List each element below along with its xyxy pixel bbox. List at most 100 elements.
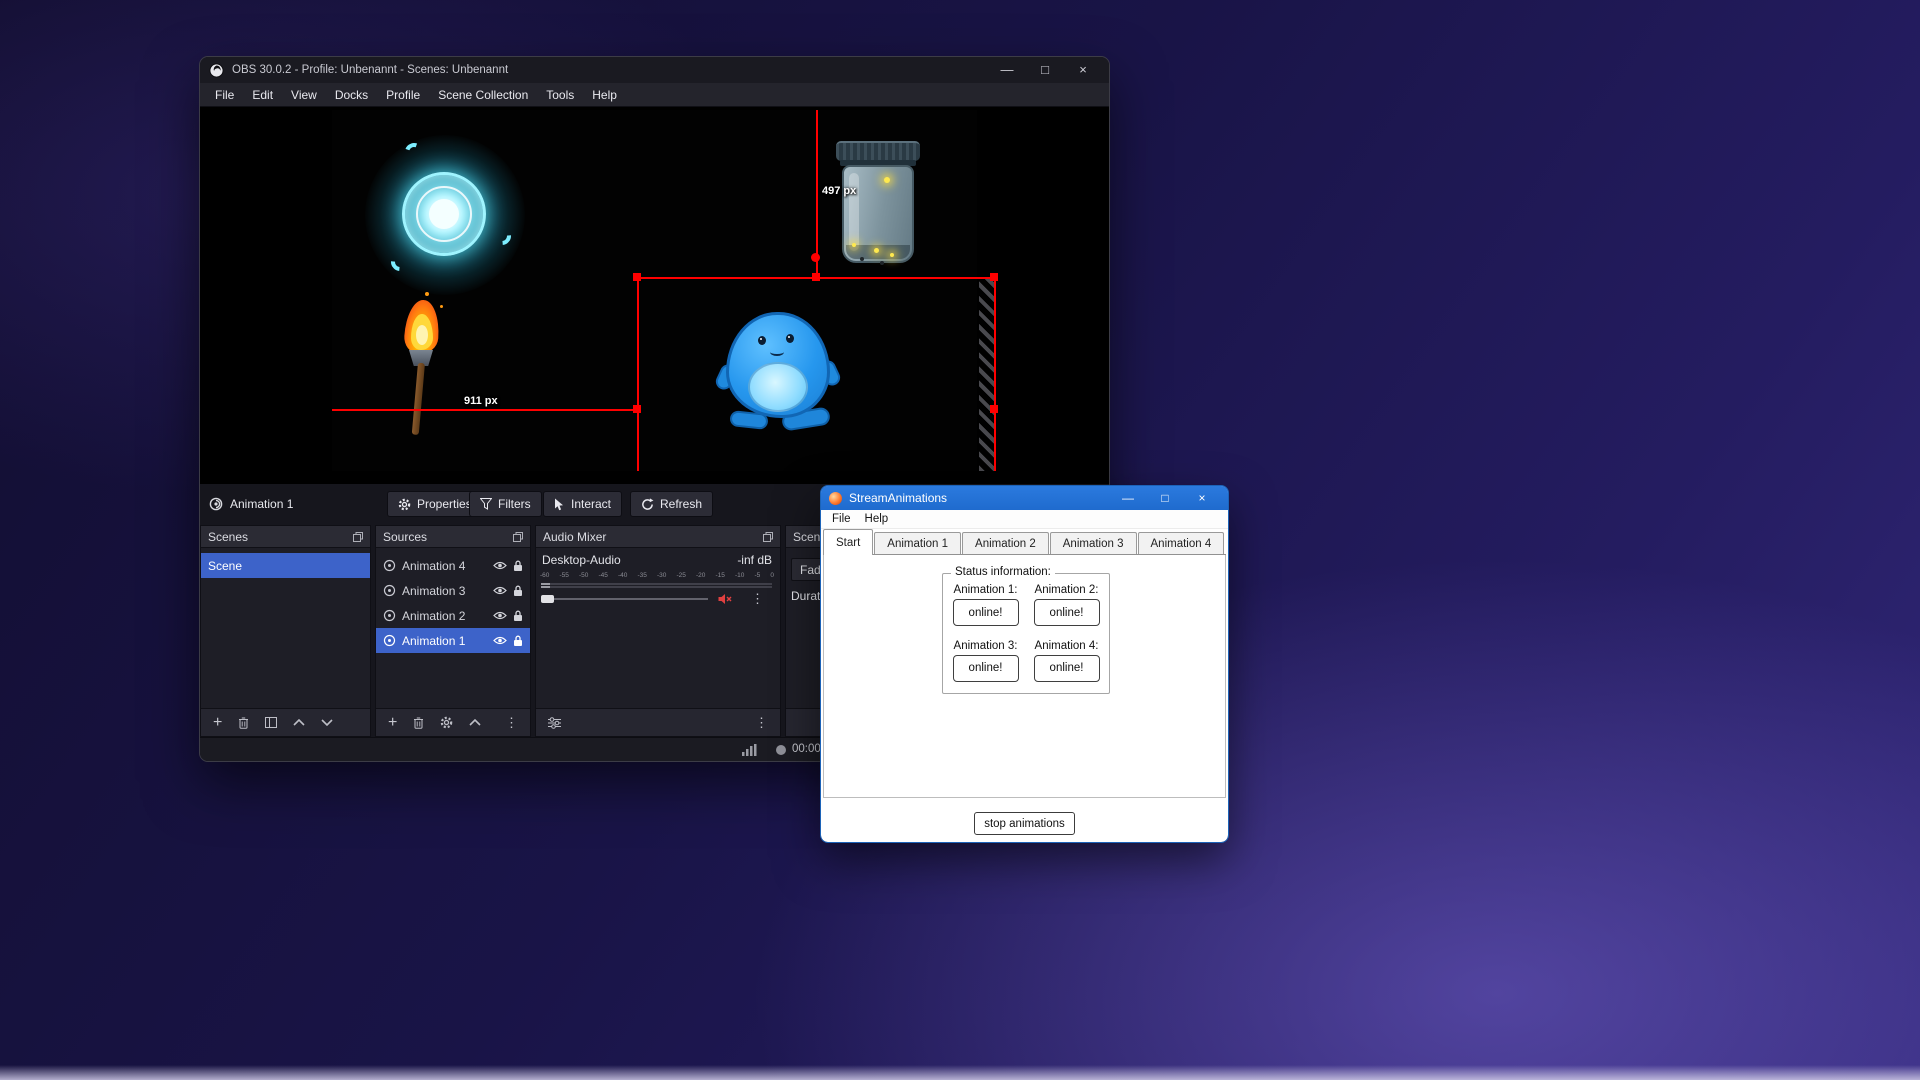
status-cell: Animation 3: online! [948,640,1023,690]
obs-titlebar[interactable]: OBS 30.0.2 - Profile: Unbenannt - Scenes… [200,57,1109,83]
filter-icon [480,498,492,510]
animation-4-status-button[interactable]: online! [1034,655,1100,682]
selection-rotation-handle[interactable] [811,253,820,262]
sa-window-title: StreamAnimations [849,491,947,505]
add-scene-button[interactable]: + [213,717,222,729]
obs-close-button[interactable]: × [1068,57,1098,83]
interact-button[interactable]: Interact [543,491,622,517]
tab-animation-4[interactable]: Animation 4 [1138,532,1225,554]
refresh-button[interactable]: Refresh [630,491,713,517]
source-label: Animation 2 [402,609,487,623]
properties-label: Properties [417,497,472,511]
animation-3-status-button[interactable]: online! [953,655,1019,682]
sa-maximize-button[interactable]: □ [1158,486,1172,510]
tab-animation-3[interactable]: Animation 3 [1050,532,1137,554]
move-scene-down-button[interactable] [321,719,333,726]
blob-character-source[interactable] [720,312,838,438]
eye-icon[interactable] [493,636,507,645]
muted-speaker-icon[interactable] [718,593,732,605]
current-source-label: Animation 1 [230,497,293,511]
preview-area: 497 px 911 px [200,107,1109,484]
menu-item-tools[interactable]: Tools [537,88,583,102]
animation-2-status-button[interactable]: online! [1034,599,1100,626]
audio-channel-level: -inf dB [737,553,772,567]
selection-handle-top-right[interactable] [990,273,998,281]
lock-icon[interactable] [513,610,523,622]
eye-icon[interactable] [493,611,507,620]
stop-animations-button[interactable]: stop animations [974,812,1075,835]
scene-filters-button[interactable] [265,717,277,728]
tab-animation-2[interactable]: Animation 2 [962,532,1049,554]
source-row-animation-4[interactable]: Animation 4 [376,553,530,578]
menu-item-scene-collection[interactable]: Scene Collection [429,88,537,102]
audio-options-button[interactable]: ⋮ [751,591,764,607]
selection-handle-mid-left[interactable] [633,405,641,413]
audio-channel-name: Desktop-Audio [542,553,621,567]
mixer-settings-icon[interactable] [548,717,561,729]
remove-source-button[interactable] [413,717,424,729]
obs-minimize-button[interactable]: — [992,57,1022,83]
add-source-button[interactable]: + [388,717,397,729]
interact-label: Interact [571,497,611,511]
tab-animation-1[interactable]: Animation 1 [874,532,961,554]
status-cell: Animation 2: online! [1029,584,1104,634]
sa-close-button[interactable]: × [1195,486,1209,510]
sa-menubar: File Help [821,510,1228,529]
scenes-dock-title: Scenes [208,530,248,544]
eye-icon[interactable] [493,586,507,595]
cursor-icon [554,498,565,511]
source-row-animation-3[interactable]: Animation 3 [376,578,530,603]
scene-item-label: Scene [208,559,242,573]
move-scene-up-button[interactable] [293,719,305,726]
status-information-group: Status information: Animation 1: online!… [942,573,1110,694]
tab-start[interactable]: Start [823,529,873,555]
mixer-menu-button[interactable]: ⋮ [755,715,768,731]
refresh-label: Refresh [660,497,702,511]
filters-button[interactable]: Filters [469,491,542,517]
media-source-icon [383,584,396,597]
menu-item-help[interactable]: Help [583,88,626,102]
selection-handle-top-left[interactable] [633,273,641,281]
menu-item-edit[interactable]: Edit [243,88,282,102]
lock-icon[interactable] [513,560,523,572]
volume-slider-knob[interactable] [541,595,554,603]
sa-minimize-button[interactable]: — [1121,486,1135,510]
firefly-jar-source[interactable] [830,137,926,269]
scene-item[interactable]: Scene [201,553,370,578]
popout-icon[interactable] [763,532,773,542]
horizontal-measure-label: 911 px [464,395,498,407]
desktop: OBS 30.0.2 - Profile: Unbenannt - Scenes… [0,0,1920,1080]
sources-menu-button[interactable]: ⋮ [505,715,518,731]
source-row-animation-1[interactable]: Animation 1 [376,628,530,653]
magic-orb-source[interactable] [365,135,525,295]
sa-menu-file[interactable]: File [825,513,858,525]
sa-titlebar[interactable]: StreamAnimations — □ × [821,486,1228,510]
source-row-animation-2[interactable]: Animation 2 [376,603,530,628]
eye-icon[interactable] [493,561,507,570]
lock-icon[interactable] [513,635,523,647]
menu-item-profile[interactable]: Profile [377,88,429,102]
source-label: Animation 1 [402,634,487,648]
group-title: Status information: [951,566,1055,578]
audio-mixer-dock: Audio Mixer Desktop-Audio -inf dB -60-55… [535,525,781,737]
sources-dock: Sources Animation 4 Animation 3 [375,525,531,737]
menu-item-view[interactable]: View [282,88,326,102]
animation-1-status-button[interactable]: online! [953,599,1019,626]
animation-2-label: Animation 2: [1035,584,1099,596]
move-source-up-button[interactable] [469,719,481,726]
remove-scene-button[interactable] [238,717,249,729]
lock-icon[interactable] [513,585,523,597]
popout-icon[interactable] [513,532,523,542]
sa-menu-help[interactable]: Help [858,513,896,525]
menu-item-docks[interactable]: Docks [326,88,377,102]
source-properties-button[interactable] [440,716,453,729]
obs-menubar: File Edit View Docks Profile Scene Colle… [200,83,1109,107]
torch-source[interactable] [395,292,455,447]
app-icon [829,492,842,505]
status-cell: Animation 4: online! [1029,640,1104,690]
obs-maximize-button[interactable]: □ [1030,57,1060,83]
selection-handle-top-center[interactable] [812,273,820,281]
menu-item-file[interactable]: File [206,88,243,102]
selection-handle-mid-right[interactable] [990,405,998,413]
popout-icon[interactable] [353,532,363,542]
